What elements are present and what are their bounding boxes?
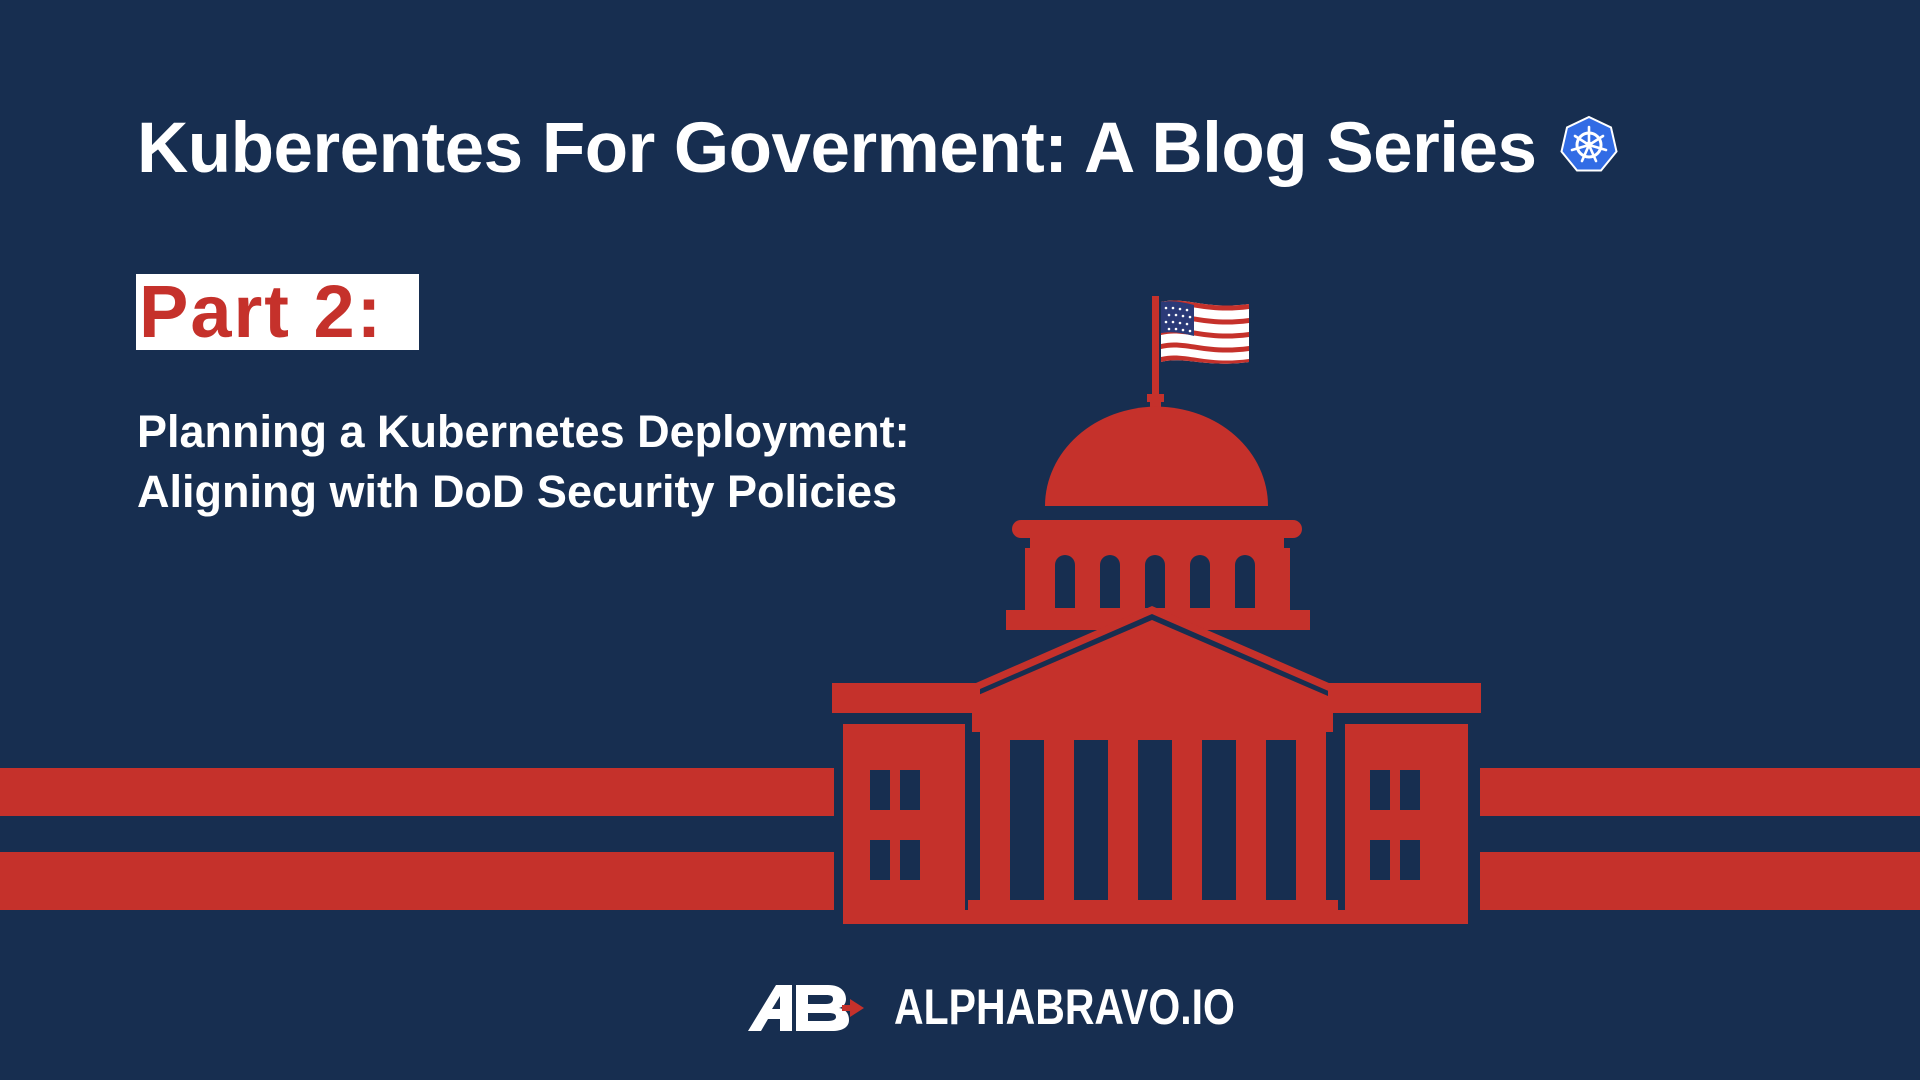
- stripe-left-bottom: [0, 852, 834, 910]
- stripe-right-bottom: [1480, 852, 1920, 910]
- part-badge: Part 2:: [136, 270, 419, 353]
- brand-logo: ALPHABRAVO.IO: [746, 978, 1310, 1036]
- subtitle-line-2: Aligning with DoD Security Policies: [137, 466, 898, 517]
- kubernetes-helm-icon: [1559, 115, 1618, 171]
- header: Kuberentes For Goverment: A Blog Series: [137, 108, 1619, 189]
- stripe-left-top: [0, 768, 834, 816]
- page-title: Kuberentes For Goverment: A Blog Series: [137, 109, 1537, 188]
- brand-name: ALPHABRAVO.IO: [894, 979, 1235, 1035]
- stripe-right-top: [1480, 768, 1920, 816]
- slide-canvas: Kuberentes For Goverment: A Blog Series …: [0, 0, 1920, 1080]
- subtitle-line-1: Planning a Kubernetes Deployment:: [137, 406, 910, 457]
- subtitle: Planning a Kubernetes Deployment: Aligni…: [137, 402, 910, 522]
- us-flag-icon: [1161, 300, 1249, 364]
- part-label: Part 2:: [139, 270, 384, 353]
- alphabravo-ab-logo-icon: [748, 985, 864, 1031]
